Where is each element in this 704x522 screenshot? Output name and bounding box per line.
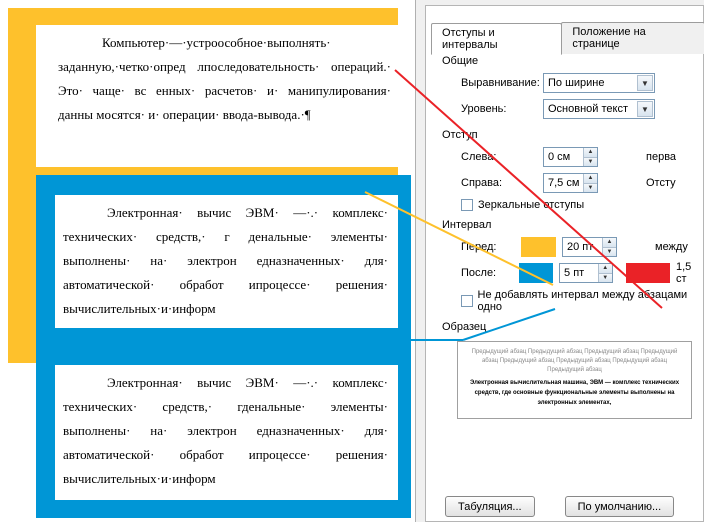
noadd-label: Не добавлять интервал между абзацами одн…	[478, 289, 704, 313]
before-value: 20 пт	[567, 241, 593, 253]
document-area: Компьютер·—·устроособное·выполнять· зада…	[0, 0, 415, 522]
level-label: Уровень:	[461, 103, 543, 115]
noadd-checkbox-row[interactable]: Не добавлять интервал между абзацами одн…	[461, 289, 704, 313]
checkbox-icon	[461, 295, 473, 307]
hanging-label: Отсту	[646, 177, 676, 189]
alignment-value: По ширине	[548, 77, 605, 89]
paragraph-3-box: Электронная· вычис ЭВМ· —·.· комплекс· т…	[55, 365, 398, 500]
paragraph-1-box: Компьютер·—·устроособное·выполнять· зада…	[36, 25, 401, 167]
down-icon[interactable]: ▼	[598, 274, 612, 283]
between-label: между	[655, 241, 688, 253]
preview-main: Электронная вычислительная машина, ЭВМ —…	[468, 378, 681, 408]
group-spacing: Интервал	[442, 219, 704, 231]
mirror-checkbox-row[interactable]: Зеркальные отступы	[461, 199, 704, 211]
mirror-label: Зеркальные отступы	[478, 199, 584, 211]
firstline-label: перва	[646, 151, 676, 163]
up-icon[interactable]: ▲	[583, 148, 597, 158]
checkbox-icon	[461, 199, 473, 211]
level-value: Основной текст	[548, 103, 628, 115]
after-label: После:	[461, 267, 519, 279]
tab-position[interactable]: Положение на странице	[561, 22, 704, 54]
down-icon[interactable]: ▼	[583, 184, 597, 193]
right-value: 7,5 см	[548, 177, 579, 189]
after-swatch	[519, 263, 553, 283]
up-icon[interactable]: ▲	[598, 264, 612, 274]
paragraph-2-text[interactable]: Электронная· вычис ЭВМ· —·.· комплекс· т…	[63, 201, 388, 321]
down-icon[interactable]: ▼	[583, 158, 597, 167]
after-spinner[interactable]: 5 пт ▲▼	[559, 263, 613, 283]
tabs-button[interactable]: Табуляция...	[445, 496, 535, 517]
preview-box: Предыдущий абзац Предыдущий абзац Предыд…	[457, 341, 692, 419]
preview-grey: Предыдущий абзац Предыдущий абзац Предыд…	[468, 348, 681, 375]
tab-indents[interactable]: Отступы и интервалы	[431, 23, 562, 55]
chevron-down-icon: ▼	[637, 101, 653, 117]
default-button[interactable]: По умолчанию...	[565, 496, 675, 517]
dialog-tabs: Отступы и интервалы Положение на страниц…	[431, 22, 704, 54]
chevron-down-icon: ▼	[637, 75, 653, 91]
paragraph-1-text[interactable]: Компьютер·—·устроособное·выполнять· зада…	[58, 31, 391, 127]
up-icon[interactable]: ▲	[583, 174, 597, 184]
group-indent: Отступ	[442, 129, 704, 141]
paragraph-dialog: Отступы и интервалы Положение на страниц…	[415, 0, 704, 522]
before-label: Перед:	[461, 241, 521, 253]
down-icon[interactable]: ▼	[602, 248, 616, 257]
right-spinner[interactable]: 7,5 см ▲▼	[543, 173, 598, 193]
linespacing-swatch	[626, 263, 670, 283]
paragraph-3-text[interactable]: Электронная· вычис ЭВМ· —·.· комплекс· т…	[63, 371, 388, 491]
level-combo[interactable]: Основной текст ▼	[543, 99, 655, 119]
val15-label: 1,5 ст	[676, 261, 704, 285]
left-spinner[interactable]: 0 см ▲▼	[543, 147, 598, 167]
group-sample: Образец	[442, 321, 704, 333]
tab-content: Общие Выравнивание: По ширине ▼ Уровень:…	[431, 40, 704, 522]
alignment-label: Выравнивание:	[461, 77, 543, 89]
after-value: 5 пт	[564, 267, 584, 279]
before-spinner[interactable]: 20 пт ▲▼	[562, 237, 617, 257]
group-general: Общие	[442, 55, 704, 67]
before-swatch	[521, 237, 556, 257]
left-label: Слева:	[461, 151, 543, 163]
paragraph-2-box: Электронная· вычис ЭВМ· —·.· комплекс· т…	[55, 195, 398, 328]
right-label: Справа:	[461, 177, 543, 189]
alignment-combo[interactable]: По ширине ▼	[543, 73, 655, 93]
left-value: 0 см	[548, 151, 570, 163]
up-icon[interactable]: ▲	[602, 238, 616, 248]
